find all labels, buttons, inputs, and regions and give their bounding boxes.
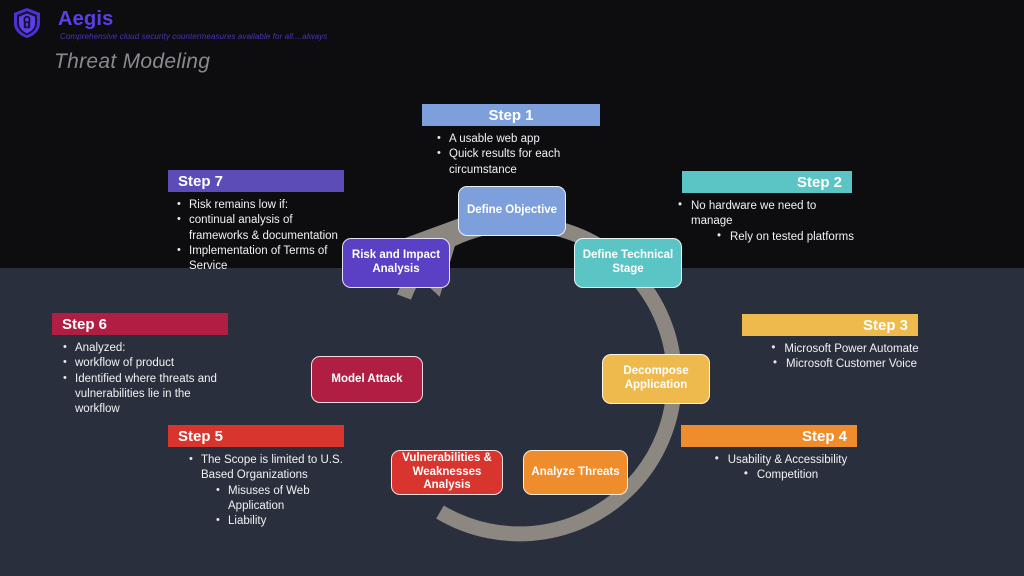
cycle-node-vulnerabilities-weaknesses-analysis[interactable]: Vulnerabilities & Weaknesses Analysis (391, 450, 503, 495)
page-title: Threat Modeling (54, 50, 211, 73)
list-item: Identified where threats and vulnerabili… (60, 371, 232, 418)
step-header-bar: Step 4 (681, 425, 857, 447)
list-item: Rely on tested platforms (676, 229, 854, 245)
step-bullet-list: The Scope is limited to U.S. Based Organ… (186, 452, 354, 529)
step-title: Step 4 (801, 427, 847, 445)
step-bullet-list: Microsoft Power Automate Microsoft Custo… (744, 341, 944, 373)
shield-lock-icon (12, 7, 42, 39)
cycle-node-label: Define Technical Stage (582, 249, 674, 275)
list-item: Liability (186, 513, 354, 529)
step-title: Step 3 (862, 316, 908, 334)
step-bullet-list: Usability & Accessibility Competition (685, 452, 875, 484)
step-title: Step 2 (796, 173, 842, 191)
step-title: Step 1 (488, 106, 534, 124)
cycle-node-analyze-threats[interactable]: Analyze Threats (523, 450, 628, 495)
list-item: continual analysis of frameworks & docum… (174, 212, 344, 244)
step-title: Step 5 (178, 427, 224, 445)
slide-canvas: Aegis Comprehensive cloud security count… (0, 0, 1024, 576)
brand-name: Aegis (58, 8, 114, 30)
step-header-bar: Step 6 (52, 313, 228, 335)
cycle-node-model-attack[interactable]: Model Attack (311, 356, 423, 403)
list-item: No hardware we need to manage (676, 198, 854, 230)
step-header-bar: Step 5 (168, 425, 344, 447)
list-item: workflow of product (60, 355, 232, 371)
list-item: Misuses of Web Application (186, 483, 354, 515)
step-block-step7: Step 7 Risk remains low if: continual an… (168, 170, 344, 274)
list-item: Analyzed: (60, 340, 232, 356)
step-bullet-list: Risk remains low if: continual analysis … (174, 197, 344, 275)
step-bullet-list: A usable web app Quick results for each … (434, 131, 599, 178)
brand-tagline: Comprehensive cloud security countermeas… (60, 32, 328, 41)
step-block-step3: Step 3 Microsoft Power Automate Microsof… (742, 314, 919, 373)
list-item: Risk remains low if: (174, 197, 344, 213)
list-item: Competition (685, 467, 875, 483)
cycle-node-label: Risk and Impact Analysis (351, 249, 441, 275)
step-title: Step 6 (62, 315, 108, 333)
step-header-bar: Step 1 (422, 104, 600, 126)
step-bullet-list: Analyzed: workflow of product Identified… (60, 340, 232, 418)
cycle-node-label: Model Attack (331, 372, 403, 385)
step-header-bar: Step 2 (682, 171, 852, 193)
step-title: Step 7 (178, 172, 224, 190)
step-block-step2: Step 2 No hardware we need to manage Rel… (678, 171, 854, 245)
brand-header: Aegis Comprehensive cloud security count… (8, 4, 428, 44)
step-block-step6: Step 6 Analyzed: workflow of product Ide… (52, 313, 228, 417)
step-block-step5: Step 5 The Scope is limited to U.S. Base… (168, 425, 344, 529)
cycle-node-risk-and-impact-analysis[interactable]: Risk and Impact Analysis (342, 238, 450, 288)
cycle-node-define-technical-stage[interactable]: Define Technical Stage (574, 238, 682, 288)
step-header-bar: Step 7 (168, 170, 344, 192)
cycle-node-label: Analyze Threats (531, 465, 620, 478)
list-item: Microsoft Power Automate (744, 341, 944, 357)
cycle-node-label: Define Objective (466, 204, 558, 217)
cycle-node-label: Vulnerabilities & Weaknesses Analysis (402, 451, 492, 492)
step-block-step4: Step 4 Usability & Accessibility Competi… (681, 425, 857, 484)
cycle-node-decompose-application[interactable]: Decompose Application (602, 354, 710, 404)
cycle-node-define-objective[interactable]: Define Objective (458, 186, 566, 236)
step-block-step1: Step 1 A usable web app Quick results fo… (422, 104, 600, 178)
list-item: The Scope is limited to U.S. Based Organ… (186, 452, 354, 484)
list-item: Implementation of Terms of Service (174, 243, 344, 275)
cycle-node-label: Decompose Application (623, 365, 689, 391)
list-item: Microsoft Customer Voice (744, 356, 944, 372)
step-header-bar: Step 3 (742, 314, 918, 336)
list-item: Usability & Accessibility (685, 452, 875, 468)
list-item: Quick results for each circumstance (434, 146, 599, 178)
step-bullet-list: No hardware we need to manage Rely on te… (676, 198, 854, 245)
list-item: A usable web app (434, 131, 599, 147)
